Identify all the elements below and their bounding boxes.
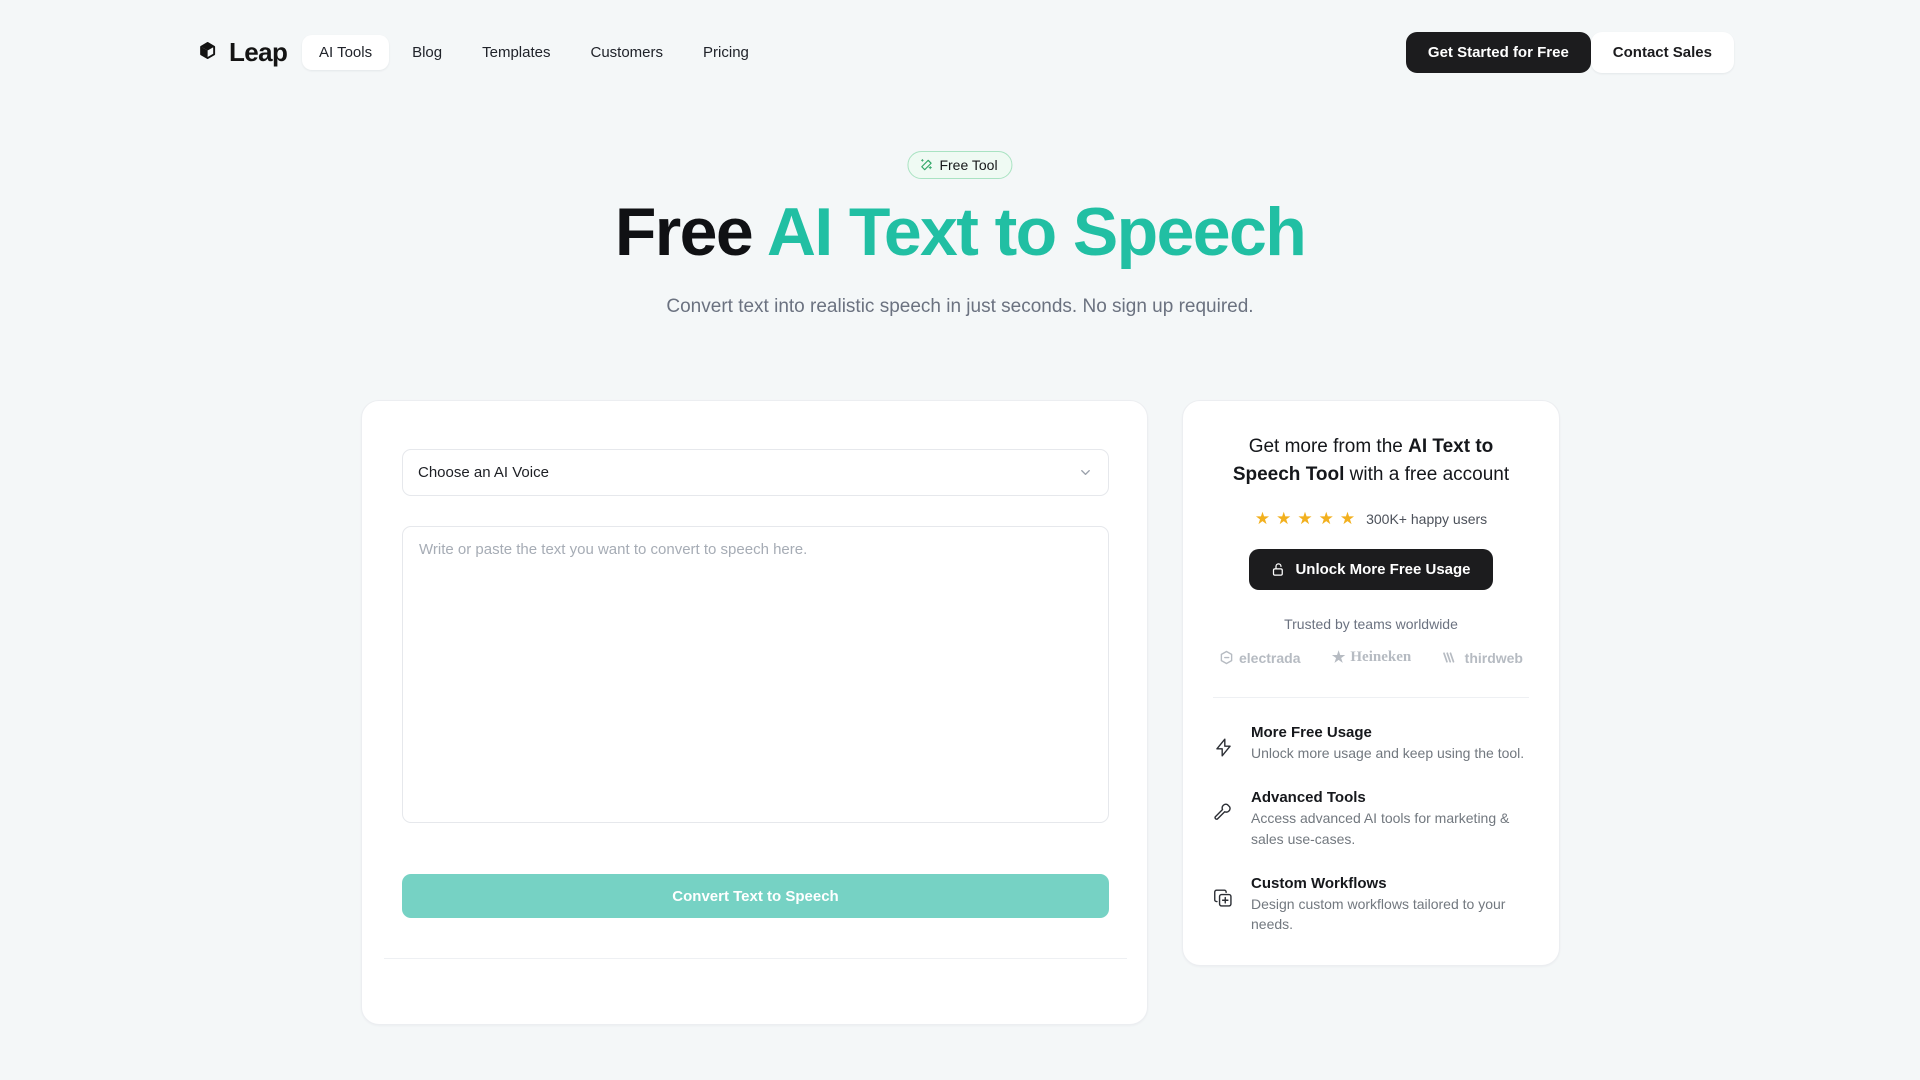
brand-name: Leap xyxy=(229,36,288,67)
logo-thirdweb: thirdweb xyxy=(1442,649,1523,666)
hero-title-accent: AI Text to Speech xyxy=(766,194,1307,270)
feature-desc: Design custom workflows tailored to your… xyxy=(1251,895,1506,933)
feature-item: Custom Workflows Design custom workflows… xyxy=(1213,875,1529,935)
page-root: Leap AI Tools Blog Templates Customers P… xyxy=(0,0,1920,1080)
feature-text: Custom Workflows Design custom workflows… xyxy=(1251,875,1529,935)
star-icon: ★ xyxy=(1331,650,1346,667)
logo-electrada-label: electrada xyxy=(1239,649,1301,666)
get-started-button[interactable]: Get Started for Free xyxy=(1405,31,1591,73)
star-icon: ★ xyxy=(1254,509,1271,529)
tts-tool-card: Choose an AI Voice Convert Text to Speec… xyxy=(361,400,1148,1025)
feature-desc: Unlock more usage and keep using the too… xyxy=(1251,745,1525,762)
trusted-label: Trusted by teams worldwide xyxy=(1284,616,1458,633)
star-icon: ★ xyxy=(1318,509,1334,529)
leap-cube-icon xyxy=(200,42,216,60)
card-divider xyxy=(384,958,1127,959)
wrench-icon xyxy=(1213,789,1235,823)
brand-logo[interactable]: Leap xyxy=(198,36,288,68)
logo-heineken-label: Heineken xyxy=(1350,649,1412,666)
voice-select[interactable]: Choose an AI Voice xyxy=(402,449,1109,496)
unlock-icon xyxy=(1273,563,1284,576)
upsell-title: Get more from the AI Text to Speech Tool… xyxy=(1213,433,1529,488)
feature-desc: Access advanced AI tools for marketing &… xyxy=(1251,810,1510,847)
feature-title: More Free Usage xyxy=(1251,724,1372,742)
nav-item-blog[interactable]: Blog xyxy=(395,35,459,70)
free-tool-badge: Free Tool xyxy=(907,151,1013,179)
logo-heineken: ★ Heineken xyxy=(1332,648,1411,667)
lightning-bolt-icon xyxy=(1213,724,1235,758)
feature-item: Advanced Tools Access advanced AI tools … xyxy=(1213,789,1529,849)
star-rating: ★ ★ ★ ★ ★ xyxy=(1255,510,1355,527)
chevron-down-icon xyxy=(1081,470,1090,475)
feature-text: Advanced Tools Access advanced AI tools … xyxy=(1251,789,1529,849)
header-actions: Get Started for Free Contact Sales xyxy=(1405,31,1734,73)
hero-title-plain: Free xyxy=(614,194,767,270)
star-icon: ★ xyxy=(1276,509,1292,529)
magic-wand-icon xyxy=(921,158,932,171)
hero-subtitle: Convert text into realistic speech in ju… xyxy=(666,296,1254,317)
copy-plus-icon xyxy=(1213,875,1235,909)
upsell-card: Get more from the AI Text to Speech Tool… xyxy=(1182,400,1560,966)
nav-item-ai-tools[interactable]: AI Tools xyxy=(302,34,390,70)
star-icon: ★ xyxy=(1339,509,1356,529)
text-input[interactable] xyxy=(402,526,1109,823)
voice-select-value: Choose an AI Voice xyxy=(418,464,549,481)
content-columns: Choose an AI Voice Convert Text to Speec… xyxy=(361,400,1560,1025)
free-tool-badge-label: Free Tool xyxy=(939,157,998,173)
upsell-title-prefix: Get more from the xyxy=(1248,436,1409,457)
convert-button[interactable]: Convert Text to Speech xyxy=(402,874,1109,918)
unlock-more-usage-button[interactable]: Unlock More Free Usage xyxy=(1249,549,1493,591)
page-title: Free AI Text to Speech xyxy=(0,194,1920,270)
feature-text: More Free Usage Unlock more usage and ke… xyxy=(1251,724,1524,763)
unlock-button-label: Unlock More Free Usage xyxy=(1295,561,1471,579)
feature-title: Advanced Tools xyxy=(1251,789,1366,807)
rating-text: 300K+ happy users xyxy=(1366,510,1488,527)
partner-logos: electrada ★ Heineken thirdweb xyxy=(1213,648,1529,667)
logo-thirdweb-label: thirdweb xyxy=(1464,649,1523,666)
thirdweb-w-icon xyxy=(1442,652,1454,663)
site-header: Leap AI Tools Blog Templates Customers P… xyxy=(0,0,1920,104)
nav-item-pricing[interactable]: Pricing xyxy=(686,35,766,70)
logo-electrada: electrada xyxy=(1219,650,1300,666)
feature-item: More Free Usage Unlock more usage and ke… xyxy=(1213,724,1529,763)
rating-row: ★ ★ ★ ★ ★ 300K+ happy users xyxy=(1213,510,1529,527)
upsell-title-suffix: with a free account xyxy=(1344,463,1510,485)
main-nav: AI Tools Blog Templates Customers Pricin… xyxy=(302,34,766,70)
side-divider xyxy=(1213,697,1529,699)
electrada-hex-icon xyxy=(1220,650,1233,665)
nav-item-customers[interactable]: Customers xyxy=(574,35,681,70)
contact-sales-button[interactable]: Contact Sales xyxy=(1590,31,1734,73)
feature-title: Custom Workflows xyxy=(1251,874,1387,892)
nav-item-templates[interactable]: Templates xyxy=(465,35,567,70)
star-icon: ★ xyxy=(1297,509,1313,529)
